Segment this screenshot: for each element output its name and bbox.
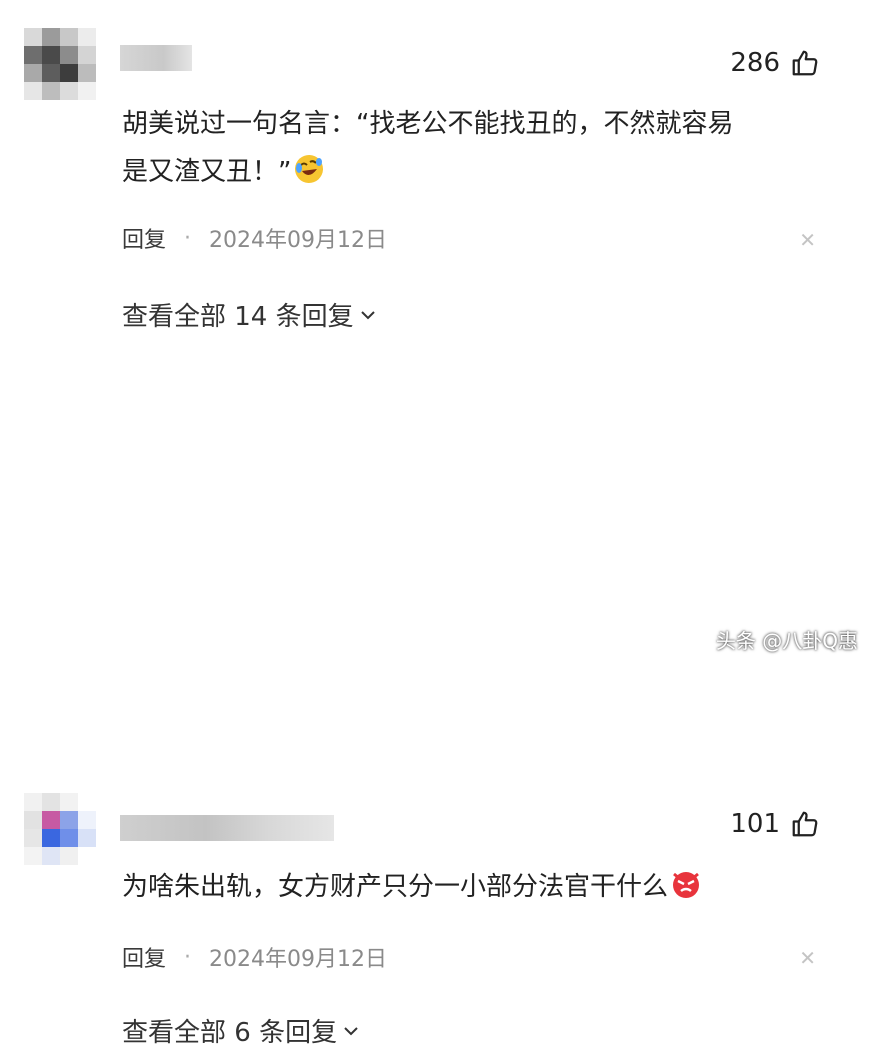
thumbs-up-icon <box>792 811 818 837</box>
like-button[interactable]: 101 <box>730 809 820 839</box>
like-count: 286 <box>730 48 780 78</box>
comment-text: 为啥朱出轨，女方财产只分一小部分法官干什么 <box>122 863 832 911</box>
comment-item: 286 胡美说过一句名言：“找老公不能找丑的，不然就容易 是又渣又丑！” 回复 … <box>0 0 878 385</box>
close-icon[interactable]: ✕ <box>799 946 816 970</box>
meta-separator: · <box>184 944 192 970</box>
avatar[interactable] <box>24 793 96 865</box>
username-blurred[interactable] <box>120 45 192 71</box>
thumbs-up-icon <box>792 50 818 76</box>
comment-text-line: 是又渣又丑！” <box>122 148 832 196</box>
view-replies-button[interactable]: 查看全部 6 条回复 <box>122 1012 361 1049</box>
meta-separator: · <box>184 225 192 251</box>
view-replies-label: 查看全部 6 条回复 <box>122 1018 338 1048</box>
angry-face-emoji-icon <box>673 872 700 898</box>
comment-text: 胡美说过一句名言：“找老公不能找丑的，不然就容易 是又渣又丑！” <box>122 100 832 196</box>
reply-button[interactable]: 回复 <box>122 941 166 973</box>
username-blurred[interactable] <box>120 815 334 841</box>
avatar[interactable] <box>24 28 96 100</box>
comment-text-line1: 为啥朱出轨，女方财产只分一小部分法官干什么 <box>122 872 669 902</box>
view-replies-button[interactable]: 查看全部 14 条回复 <box>122 296 378 333</box>
comment-date: 2024年09月12日 <box>209 947 387 972</box>
chevron-down-icon <box>344 1026 358 1035</box>
comment-date: 2024年09月12日 <box>209 228 387 253</box>
like-button[interactable]: 286 <box>730 48 820 78</box>
reply-button[interactable]: 回复 <box>122 222 166 254</box>
chevron-down-icon <box>360 310 375 319</box>
crying-laughing-emoji-icon <box>295 155 324 183</box>
comment-text-line: 为啥朱出轨，女方财产只分一小部分法官干什么 <box>122 863 832 911</box>
comment-text-line: 胡美说过一句名言：“找老公不能找丑的，不然就容易 <box>122 109 734 139</box>
view-replies-label: 查看全部 14 条回复 <box>122 302 354 332</box>
like-count: 101 <box>730 809 780 839</box>
comment-meta: 回复 · 2024年09月12日 <box>122 941 387 973</box>
comment-meta: 回复 · 2024年09月12日 <box>122 222 387 254</box>
watermark: 头条 @八卦Q惠 <box>715 629 858 653</box>
comment-text-line2: 是又渣又丑！” <box>122 157 292 187</box>
close-icon[interactable]: ✕ <box>799 228 816 252</box>
